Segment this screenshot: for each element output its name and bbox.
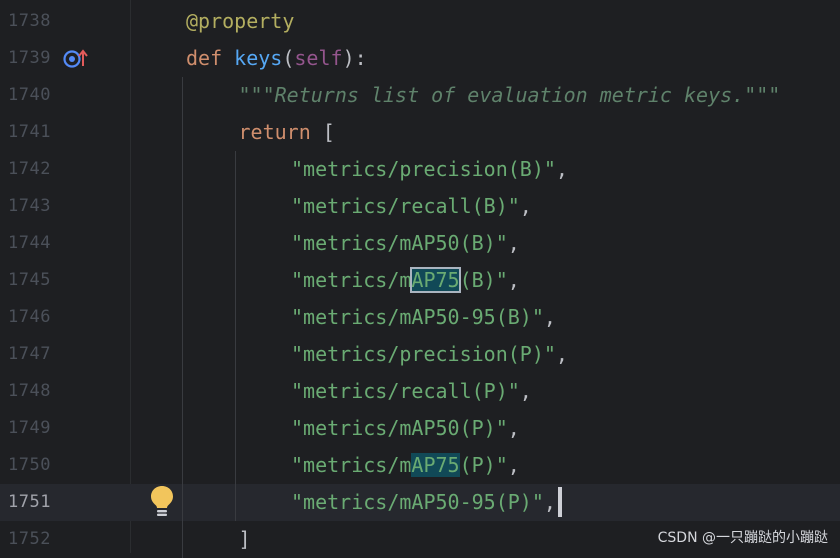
code-token: , [507,268,520,292]
code-token: , [543,490,556,514]
code-line[interactable]: 1740 """Returns list of evaluation metric… [0,77,840,114]
code-token: "metrics/m [291,268,412,292]
line-number[interactable]: 1744 [8,225,51,262]
code-token: "metrics/recall(B)" [291,194,520,218]
code-line[interactable]: 1751 "metrics/mAP50-95(P)", [0,484,840,521]
line-number[interactable]: 1752 [8,521,51,558]
code-token: , [507,453,520,477]
code-token: keys [234,46,283,70]
code-text[interactable]: "metrics/mAP50-95(B)", [291,299,556,336]
code-token: """Returns list of evaluation metric key… [238,83,781,107]
code-text[interactable]: "metrics/mAP50(B)", [291,225,520,262]
text-caret [557,486,562,517]
line-number[interactable]: 1739 [8,40,51,77]
code-token: @property [186,9,295,33]
line-number[interactable]: 1746 [8,299,51,336]
code-token: , [519,379,532,403]
code-token: (P)" [459,453,508,477]
code-line[interactable]: 1747 "metrics/precision(P)", [0,336,840,373]
line-number[interactable]: 1740 [8,77,51,114]
line-number[interactable]: 1750 [8,447,51,484]
code-line[interactable]: 1745 "metrics/mAP75(B)", [0,262,840,299]
code-token: return [238,120,323,144]
code-token: ] [238,527,251,551]
code-line[interactable]: 1746 "metrics/mAP50-95(B)", [0,299,840,336]
code-line[interactable]: 1750 "metrics/mAP75(P)", [0,447,840,484]
code-line[interactable]: 1738 @property [0,3,840,40]
code-token: (B)" [459,268,508,292]
code-token: ( [282,46,295,70]
code-line[interactable]: 1748 "metrics/recall(P)", [0,373,840,410]
search-match-highlight: AP75 [411,453,460,477]
code-token: "metrics/m [291,453,412,477]
code-text[interactable]: "metrics/mAP50-95(P)", [291,484,562,521]
code-text[interactable]: "metrics/precision(B)", [291,151,568,188]
indent-guide [182,77,183,558]
code-line[interactable]: 1739 def keys(self): [0,40,840,77]
code-text[interactable]: ] [239,521,251,558]
code-text[interactable]: "metrics/recall(B)", [291,188,532,225]
code-token: self [294,46,343,70]
code-token: def [186,46,235,70]
code-line[interactable]: 1749 "metrics/mAP50(P)", [0,410,840,447]
code-text[interactable]: "metrics/precision(P)", [291,336,568,373]
code-line[interactable]: 1743 "metrics/recall(B)", [0,188,840,225]
line-number[interactable]: 1751 [8,484,51,521]
line-number[interactable]: 1741 [8,114,51,151]
line-number[interactable]: 1745 [8,262,51,299]
code-token: "metrics/mAP50(P)" [291,416,508,440]
code-token: "metrics/precision(P)" [291,342,556,366]
code-token: , [555,342,568,366]
code-text[interactable]: "metrics/mAP50(P)", [291,410,520,447]
lightbulb-intention-icon[interactable] [149,484,175,518]
search-match-highlight: AP75 [410,267,461,293]
code-text[interactable]: """Returns list of evaluation metric key… [239,77,781,114]
code-token: "metrics/mAP50-95(P)" [291,490,544,514]
code-text[interactable]: def keys(self): [186,40,367,77]
line-number[interactable]: 1743 [8,188,51,225]
code-editor[interactable]: 1738 @property 1739 def keys(self): 1740 """R… [0,0,840,558]
code-text[interactable]: "metrics/mAP75(P)", [291,447,520,484]
code-token: , [543,305,556,329]
line-number[interactable]: 1749 [8,410,51,447]
code-token: , [555,157,568,181]
code-text[interactable]: "metrics/recall(P)", [291,373,532,410]
line-number[interactable]: 1747 [8,336,51,373]
line-number[interactable]: 1742 [8,151,51,188]
code-token: , [519,194,532,218]
override-method-icon[interactable] [62,46,92,70]
code-line[interactable]: 1741 return [ [0,114,840,151]
line-number[interactable]: 1748 [8,373,51,410]
code-line[interactable]: 1742 "metrics/precision(B)", [0,151,840,188]
code-token: "metrics/recall(P)" [291,379,520,403]
code-token: "metrics/mAP50(B)" [291,231,508,255]
code-token: [ [322,120,335,144]
line-number[interactable]: 1738 [8,3,51,40]
code-token: "metrics/mAP50-95(B)" [291,305,544,329]
code-token: "metrics/precision(B)" [291,157,556,181]
code-text[interactable]: return [ [239,114,335,151]
code-token: , [507,231,520,255]
watermark: CSDN @一只蹦跶的小蹦跶 [657,530,828,546]
code-line[interactable]: 1744 "metrics/mAP50(B)", [0,225,840,262]
code-token: ): [342,46,367,70]
indent-guide [234,151,236,521]
code-text[interactable]: "metrics/mAP75(B)", [291,262,520,299]
code-text[interactable]: @property [186,3,294,40]
code-token: , [507,416,520,440]
